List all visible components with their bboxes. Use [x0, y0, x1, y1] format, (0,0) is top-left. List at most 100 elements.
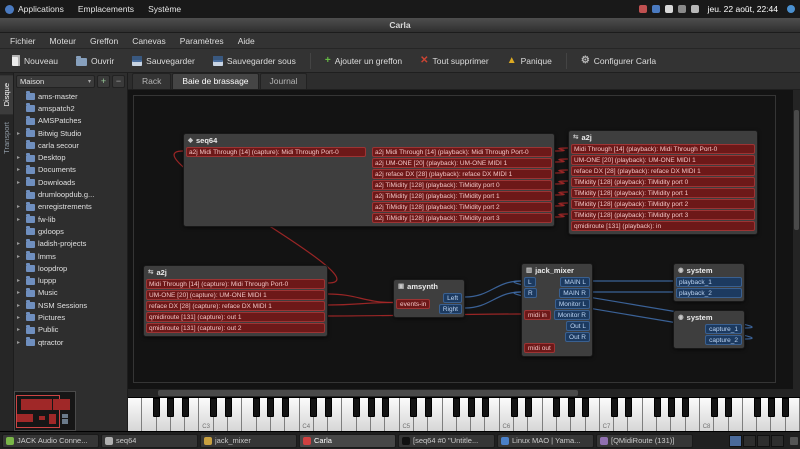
file-tree-item[interactable]: ▸luppp [14, 274, 127, 286]
menu-param-tres[interactable]: Paramètres [173, 34, 231, 48]
port-seq64-out1[interactable]: a2j UM-ONE [20] (playback): UM-ONE MIDI … [372, 158, 552, 168]
configure-button[interactable]: ⚙Configurer Carla [573, 52, 664, 70]
port-a2j_mid-out2[interactable]: reface DX [28] (capture): reface DX MIDI… [146, 301, 325, 311]
port-a2j_top-in1[interactable]: UM-ONE [20] (playback): UM-ONE MIDI 1 [571, 155, 755, 165]
display-icon[interactable] [652, 5, 660, 13]
piano-key-black[interactable] [410, 398, 417, 417]
tab-baie-de-brassage[interactable]: Baie de brassage [172, 73, 258, 89]
taskbar-item-seq64[interactable]: seq64 [101, 434, 198, 448]
file-tree-item[interactable]: ▸qtractor [14, 336, 127, 348]
piano-key-black[interactable] [182, 398, 189, 417]
port-a2j_top-in6[interactable]: TiMidity [128] (playback): TiMidity port… [571, 210, 755, 220]
piano-key-black[interactable] [625, 398, 632, 417]
file-tree-item[interactable]: ▸Downloads [14, 176, 127, 188]
user-switch-icon[interactable] [787, 5, 795, 13]
port-a2j_top-in2[interactable]: reface DX [28] (playback): reface DX MID… [571, 166, 755, 176]
menu-greffon[interactable]: Greffon [83, 34, 125, 48]
remove-location-button[interactable]: − [112, 75, 125, 88]
piano-key-black[interactable] [568, 398, 575, 417]
port-jack_mixer-main_r[interactable]: MAIN R [559, 288, 590, 298]
file-tree-item[interactable]: ▸Desktop [14, 151, 127, 163]
open-button[interactable]: Ouvrir [68, 52, 122, 70]
new-button[interactable]: Nouveau [4, 51, 66, 70]
port-amsynth-right[interactable]: Right [439, 304, 462, 314]
port-system_bot-capture_1[interactable]: capture_1 [705, 324, 742, 334]
horizontal-scroll-handle[interactable] [158, 390, 578, 396]
piano-key-black[interactable] [468, 398, 475, 417]
port-a2j_top-in4[interactable]: TiMidity [128] (playback): TiMidity port… [571, 188, 755, 198]
piano-key-black[interactable] [425, 398, 432, 417]
volume-icon[interactable] [691, 5, 699, 13]
port-seq64-out4[interactable]: a2j TiMidity [128] (playback): TiMidity … [372, 191, 552, 201]
port-a2j_mid-out4[interactable]: qmidiroute [131] (capture): out 2 [146, 323, 325, 333]
workspace-cell-1[interactable] [729, 435, 742, 447]
port-system_bot-capture_2[interactable]: capture_2 [705, 335, 742, 345]
desktop-menu-emplacements[interactable]: Emplacements [78, 4, 134, 14]
piano-key-black[interactable] [782, 398, 789, 417]
piano-key-black[interactable] [682, 398, 689, 417]
port-a2j_top-in7[interactable]: qmidiroute [131] (playback): in [571, 221, 755, 231]
workspace-cell-4[interactable] [771, 435, 784, 447]
piano-key-black[interactable] [582, 398, 589, 417]
file-tree-item[interactable]: ▸fw-lib [14, 213, 127, 225]
piano-key-black[interactable] [525, 398, 532, 417]
piano-key-black[interactable] [754, 398, 761, 417]
network-icon[interactable] [678, 5, 686, 13]
save-button[interactable]: Sauvegarder [124, 52, 203, 70]
taskbar-item-linux-mao-yama[interactable]: Linux MAO | Yama... [497, 434, 594, 448]
expand-arrow-icon[interactable]: ▸ [17, 314, 23, 321]
expand-arrow-icon[interactable]: ▸ [17, 326, 23, 333]
file-tree-item[interactable]: ▸Pictures [14, 311, 127, 323]
screen-share-icon[interactable] [639, 5, 647, 13]
port-seq64-out0[interactable]: a2j Midi Through [14] (playback): Midi T… [372, 147, 552, 157]
expand-arrow-icon[interactable]: ▸ [17, 179, 23, 186]
file-tree-item[interactable]: ams-master [14, 90, 127, 102]
piano-key-black[interactable] [253, 398, 260, 417]
port-jack_mixer-main_l[interactable]: MAIN L [560, 277, 590, 287]
desktop-menu-applications[interactable]: Applications [5, 4, 64, 14]
piano-key-black[interactable] [282, 398, 289, 417]
port-a2j_mid-out0[interactable]: Midi Through [14] (capture): Midi Throug… [146, 279, 325, 289]
piano-key-black[interactable] [482, 398, 489, 417]
menu-aide[interactable]: Aide [231, 34, 262, 48]
port-jack_mixer-out_r[interactable]: Out R [565, 332, 590, 342]
piano-key-black[interactable] [353, 398, 360, 417]
piano-key-black[interactable] [210, 398, 217, 417]
sidebar-tab-disque[interactable]: Disque [0, 75, 13, 114]
port-jack_mixer-in_L[interactable]: L [524, 277, 536, 287]
piano-key-black[interactable] [654, 398, 661, 417]
file-tree-item[interactable]: ▸Public [14, 324, 127, 336]
window-titlebar[interactable]: Carla [0, 18, 800, 33]
notification-icon[interactable] [665, 5, 673, 13]
removeall-button[interactable]: ✕Tout supprimer [412, 52, 497, 70]
file-tree-item[interactable]: ▸Documents [14, 164, 127, 176]
piano-key-black[interactable] [167, 398, 174, 417]
workspace-cell-2[interactable] [743, 435, 756, 447]
expand-arrow-icon[interactable]: ▸ [17, 253, 23, 260]
piano-key-black[interactable] [382, 398, 389, 417]
file-tree-item[interactable]: ▸NSM Sessions [14, 299, 127, 311]
workspace-cell-3[interactable] [757, 435, 770, 447]
piano-key-black[interactable] [553, 398, 560, 417]
patchbay-node-a2j_top[interactable]: ⇆a2jMidi Through [14] (playback): Midi T… [568, 130, 758, 235]
port-seq64-out6[interactable]: a2j TiMidity [128] (playback): TiMidity … [372, 213, 552, 223]
piano-key-black[interactable] [225, 398, 232, 417]
file-tree-item[interactable]: ▸Music [14, 287, 127, 299]
expand-arrow-icon[interactable]: ▸ [17, 166, 23, 173]
file-tree-item[interactable]: ▸ladish-projects [14, 238, 127, 250]
piano-key-black[interactable] [668, 398, 675, 417]
file-tree-item[interactable]: ▸lmms [14, 250, 127, 262]
port-jack_mixer-in_R[interactable]: R [524, 288, 537, 298]
patchbay-node-system_bot[interactable]: ◉systemcapture_1capture_2 [673, 310, 745, 349]
port-amsynth-events_in[interactable]: events-in [396, 299, 430, 309]
port-seq64-out5[interactable]: a2j TiMidity [128] (playback): TiMidity … [372, 202, 552, 212]
port-a2j_top-in5[interactable]: TiMidity [128] (playback): TiMidity port… [571, 199, 755, 209]
expand-arrow-icon[interactable]: ▸ [17, 289, 23, 296]
virtual-keyboard[interactable]: C3C4C5C6C7C8 [128, 397, 800, 431]
canvas-horizontal-scrollbar[interactable] [128, 389, 800, 397]
add-location-button[interactable]: + [97, 75, 110, 88]
port-a2j_mid-out1[interactable]: UM-ONE [20] (capture): UM-ONE MIDI 1 [146, 290, 325, 300]
file-tree-item[interactable]: amspatch2 [14, 102, 127, 114]
tab-rack[interactable]: Rack [132, 73, 171, 89]
port-jack_mixer-mon_r[interactable]: Monitor R [554, 310, 590, 320]
